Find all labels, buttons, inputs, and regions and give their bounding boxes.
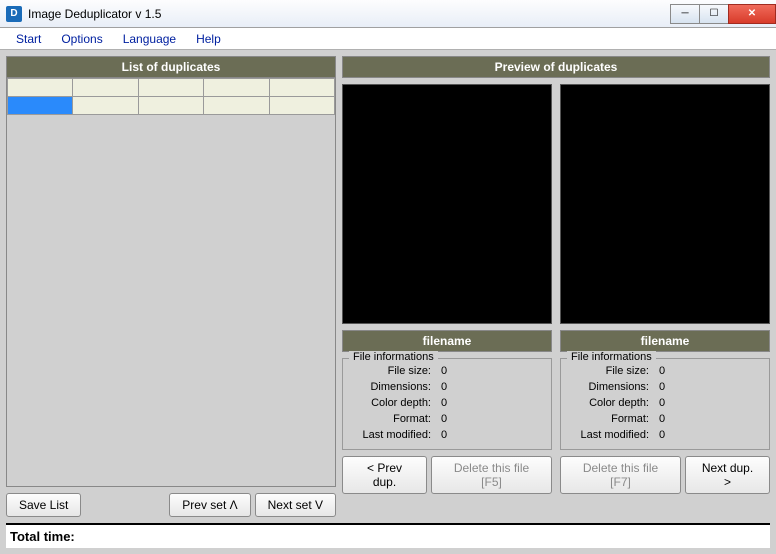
save-list-button[interactable]: Save List bbox=[6, 493, 81, 517]
duplicates-list-header: List of duplicates bbox=[6, 56, 336, 78]
prev-dup-button[interactable]: < Prev dup. bbox=[342, 456, 427, 494]
col-header[interactable] bbox=[8, 79, 73, 97]
fileinfo-right: File informations File size:0 Dimensions… bbox=[560, 358, 770, 450]
titlebar-left: D Image Deduplicator v 1.5 bbox=[6, 6, 161, 22]
info-row: Format:0 bbox=[569, 411, 761, 427]
minimize-icon: ─ bbox=[681, 8, 688, 19]
app-icon: D bbox=[6, 6, 22, 22]
label-size: File size: bbox=[351, 363, 441, 379]
close-button[interactable]: ✕ bbox=[728, 4, 776, 24]
value-format-right: 0 bbox=[659, 411, 761, 427]
label-modified: Last modified: bbox=[351, 427, 441, 443]
maximize-button[interactable]: ☐ bbox=[699, 4, 729, 24]
value-dims-left: 0 bbox=[441, 379, 543, 395]
value-size-right: 0 bbox=[659, 363, 761, 379]
filename-label-right: filename bbox=[560, 330, 770, 352]
menu-options[interactable]: Options bbox=[51, 30, 112, 48]
window-title: Image Deduplicator v 1.5 bbox=[28, 7, 161, 21]
info-row: Last modified:0 bbox=[569, 427, 761, 443]
status-footer: Total time: bbox=[6, 523, 770, 548]
value-depth-left: 0 bbox=[441, 395, 543, 411]
filename-label-left: filename bbox=[342, 330, 552, 352]
preview-panel: Preview of duplicates filename File info… bbox=[342, 56, 770, 517]
top-section: List of duplicates bbox=[6, 56, 770, 517]
preview-image-right bbox=[560, 84, 770, 324]
info-row: File size:0 bbox=[569, 363, 761, 379]
prev-set-button[interactable]: Prev set Λ bbox=[169, 493, 250, 517]
fileinfo-legend-left: File informations bbox=[349, 351, 438, 363]
info-row: Dimensions:0 bbox=[569, 379, 761, 395]
content-area: List of duplicates bbox=[0, 50, 776, 554]
duplicates-list-panel: List of duplicates bbox=[6, 56, 336, 517]
info-row: Color depth:0 bbox=[569, 395, 761, 411]
info-row: Color depth:0 bbox=[351, 395, 543, 411]
maximize-icon: ☐ bbox=[710, 8, 719, 19]
menu-language[interactable]: Language bbox=[113, 30, 186, 48]
next-set-button[interactable]: Next set V bbox=[255, 493, 336, 517]
grid-cell[interactable] bbox=[204, 97, 269, 115]
grid-cell[interactable] bbox=[73, 97, 138, 115]
left-button-row: Save List Prev set Λ Next set V bbox=[6, 487, 336, 517]
menubar: Start Options Language Help bbox=[0, 28, 776, 50]
menu-start[interactable]: Start bbox=[6, 30, 51, 48]
value-size-left: 0 bbox=[441, 363, 543, 379]
grid-cell-selected[interactable] bbox=[8, 97, 73, 115]
duplicates-table bbox=[7, 78, 335, 115]
label-dims: Dimensions: bbox=[351, 379, 441, 395]
label-depth: Color depth: bbox=[351, 395, 441, 411]
label-depth: Color depth: bbox=[569, 395, 659, 411]
col-header[interactable] bbox=[73, 79, 138, 97]
close-icon: ✕ bbox=[748, 8, 756, 19]
titlebar: D Image Deduplicator v 1.5 ─ ☐ ✕ bbox=[0, 0, 776, 28]
minimize-button[interactable]: ─ bbox=[670, 4, 700, 24]
grid-cell[interactable] bbox=[269, 97, 334, 115]
table-header-row bbox=[8, 79, 335, 97]
total-time-label: Total time: bbox=[10, 529, 75, 544]
value-depth-right: 0 bbox=[659, 395, 761, 411]
label-format: Format: bbox=[351, 411, 441, 427]
info-row: Dimensions:0 bbox=[351, 379, 543, 395]
label-size: File size: bbox=[569, 363, 659, 379]
label-dims: Dimensions: bbox=[569, 379, 659, 395]
value-format-left: 0 bbox=[441, 411, 543, 427]
value-dims-right: 0 bbox=[659, 379, 761, 395]
value-modified-left: 0 bbox=[441, 427, 543, 443]
preview-left-col: filename File informations File size:0 D… bbox=[342, 84, 552, 450]
table-row[interactable] bbox=[8, 97, 335, 115]
label-modified: Last modified: bbox=[569, 427, 659, 443]
label-format: Format: bbox=[569, 411, 659, 427]
col-header[interactable] bbox=[138, 79, 203, 97]
duplicates-grid[interactable] bbox=[6, 78, 336, 487]
col-header[interactable] bbox=[204, 79, 269, 97]
delete-file-f7-button[interactable]: Delete this file [F7] bbox=[560, 456, 681, 494]
info-row: Format:0 bbox=[351, 411, 543, 427]
preview-right-col: filename File informations File size:0 D… bbox=[560, 84, 770, 450]
fileinfo-left: File informations File size:0 Dimensions… bbox=[342, 358, 552, 450]
info-row: File size:0 bbox=[351, 363, 543, 379]
preview-row: filename File informations File size:0 D… bbox=[342, 84, 770, 450]
preview-image-left bbox=[342, 84, 552, 324]
preview-header: Preview of duplicates bbox=[342, 56, 770, 78]
delete-file-f5-button[interactable]: Delete this file [F5] bbox=[431, 456, 552, 494]
menu-help[interactable]: Help bbox=[186, 30, 231, 48]
info-row: Last modified:0 bbox=[351, 427, 543, 443]
grid-cell[interactable] bbox=[138, 97, 203, 115]
fileinfo-legend-right: File informations bbox=[567, 351, 656, 363]
window-controls: ─ ☐ ✕ bbox=[671, 4, 776, 24]
col-header[interactable] bbox=[269, 79, 334, 97]
next-dup-button[interactable]: Next dup. > bbox=[685, 456, 770, 494]
right-button-row: < Prev dup. Delete this file [F5] Delete… bbox=[342, 450, 770, 494]
value-modified-right: 0 bbox=[659, 427, 761, 443]
